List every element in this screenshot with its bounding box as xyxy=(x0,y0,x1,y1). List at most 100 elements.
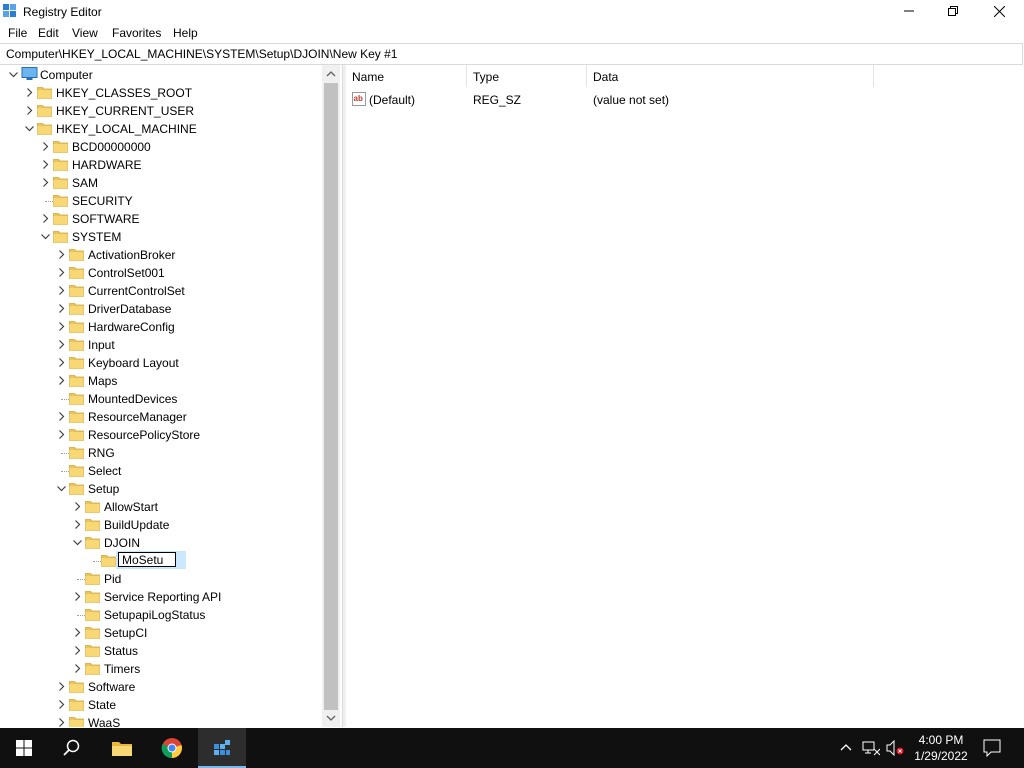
chevron-right-icon[interactable] xyxy=(25,106,34,115)
column-header-name[interactable]: Name xyxy=(346,65,467,87)
chevron-right-icon[interactable] xyxy=(25,88,34,97)
hive-local-machine[interactable]: HKEY_LOCAL_MACHINE xyxy=(0,120,320,138)
tree-scrollbar[interactable] xyxy=(322,65,340,727)
hive-classes-root[interactable]: HKEY_CLASSES_ROOT xyxy=(0,84,320,102)
clock[interactable]: 4:00 PM 1/29/2022 xyxy=(906,732,976,764)
key-mounteddevices[interactable]: MountedDevices xyxy=(0,390,320,408)
key-setupci[interactable]: SetupCI xyxy=(0,624,320,642)
key-software[interactable]: Software xyxy=(0,678,320,696)
key-controlset001[interactable]: ControlSet001 xyxy=(0,264,320,282)
key-sam[interactable]: SAM xyxy=(0,174,320,192)
minimize-button[interactable] xyxy=(886,0,932,22)
chevron-down-icon[interactable] xyxy=(57,484,66,493)
chevron-right-icon[interactable] xyxy=(57,340,66,349)
scroll-thumb[interactable] xyxy=(324,83,338,710)
chevron-right-icon[interactable] xyxy=(41,142,50,151)
search-button[interactable] xyxy=(48,728,96,768)
chrome-button[interactable] xyxy=(148,728,196,768)
menu-view[interactable]: View xyxy=(72,26,98,40)
key-buildupdate[interactable]: BuildUpdate xyxy=(0,516,320,534)
key-input[interactable]: Input xyxy=(0,336,320,354)
chevron-down-icon[interactable] xyxy=(73,538,82,547)
close-button[interactable] xyxy=(976,0,1022,22)
column-header-data[interactable]: Data xyxy=(587,65,874,87)
key-keyboard-layout[interactable]: Keyboard Layout xyxy=(0,354,320,372)
menu-file[interactable]: File xyxy=(8,26,27,40)
hive-current-user[interactable]: HKEY_CURRENT_USER xyxy=(0,102,320,120)
column-header-type[interactable]: Type xyxy=(467,65,587,87)
chevron-right-icon[interactable] xyxy=(73,520,82,529)
registry-editor-taskbar-button[interactable] xyxy=(198,728,246,768)
key-currentcontrolset[interactable]: CurrentControlSet xyxy=(0,282,320,300)
chevron-right-icon[interactable] xyxy=(41,214,50,223)
chevron-right-icon[interactable] xyxy=(57,430,66,439)
menu-help[interactable]: Help xyxy=(173,26,198,40)
chevron-right-icon[interactable] xyxy=(41,160,50,169)
folder-icon xyxy=(37,87,52,99)
key-timers[interactable]: Timers xyxy=(0,660,320,678)
key-setup[interactable]: Setup xyxy=(0,480,320,498)
chevron-down-icon[interactable] xyxy=(25,124,34,133)
key-system[interactable]: SYSTEM xyxy=(0,228,320,246)
chevron-right-icon[interactable] xyxy=(57,268,66,277)
key-resourcepolicystore[interactable]: ResourcePolicyStore xyxy=(0,426,320,444)
menu-edit[interactable]: Edit xyxy=(38,26,59,40)
rename-key-input[interactable] xyxy=(118,552,176,567)
chevron-right-icon[interactable] xyxy=(57,700,66,709)
chevron-right-icon[interactable] xyxy=(73,592,82,601)
key-service-reporting-api[interactable]: Service Reporting API xyxy=(0,588,320,606)
registry-editor-app-icon xyxy=(3,4,16,17)
key-rng[interactable]: RNG xyxy=(0,444,320,462)
chevron-right-icon[interactable] xyxy=(57,376,66,385)
chevron-down-icon[interactable] xyxy=(9,70,18,79)
key-security[interactable]: SECURITY xyxy=(0,192,320,210)
key-driverdatabase[interactable]: DriverDatabase xyxy=(0,300,320,318)
chevron-right-icon[interactable] xyxy=(73,646,82,655)
key-activationbroker[interactable]: ActivationBroker xyxy=(0,246,320,264)
file-explorer-button[interactable] xyxy=(98,728,146,768)
chevron-right-icon[interactable] xyxy=(73,664,82,673)
chevron-right-icon[interactable] xyxy=(57,322,66,331)
chevron-right-icon[interactable] xyxy=(57,304,66,313)
chevron-right-icon[interactable] xyxy=(73,502,82,511)
key-allowstart[interactable]: AllowStart xyxy=(0,498,320,516)
key-waas[interactable]: WaaS xyxy=(0,714,320,727)
chevron-right-icon[interactable] xyxy=(57,286,66,295)
key-resourcemanager[interactable]: ResourceManager xyxy=(0,408,320,426)
chevron-right-icon[interactable] xyxy=(57,250,66,259)
key-hardwareconfig[interactable]: HardwareConfig xyxy=(0,318,320,336)
key-hardware[interactable]: HARDWARE xyxy=(0,156,320,174)
address-path[interactable]: Computer\HKEY_LOCAL_MACHINE\SYSTEM\Setup… xyxy=(6,47,397,61)
key-select[interactable]: Select xyxy=(0,462,320,480)
key-status[interactable]: Status xyxy=(0,642,320,660)
chevron-down-icon[interactable] xyxy=(41,232,50,241)
key-bcd00000000[interactable]: BCD00000000 xyxy=(0,138,320,156)
values-pane[interactable]: Name Type Data ab (Default) REG_SZ (valu… xyxy=(346,65,1024,727)
tree-item-label: HKEY_LOCAL_MACHINE xyxy=(56,122,197,136)
chevron-right-icon[interactable] xyxy=(57,682,66,691)
value-row[interactable]: ab (Default) REG_SZ (value not set) xyxy=(346,90,1024,108)
key-software[interactable]: SOFTWARE xyxy=(0,210,320,228)
chevron-right-icon[interactable] xyxy=(57,358,66,367)
computer-node[interactable]: Computer xyxy=(0,66,320,84)
key-pid[interactable]: Pid xyxy=(0,570,320,588)
key-djoin[interactable]: DJOIN xyxy=(0,534,320,552)
start-button[interactable] xyxy=(0,728,48,768)
chevron-right-icon[interactable] xyxy=(73,628,82,637)
notifications-icon[interactable] xyxy=(983,739,1001,757)
network-icon[interactable] xyxy=(862,740,880,756)
key-state[interactable]: State xyxy=(0,696,320,714)
key-tree-pane[interactable]: Computer HKEY_CLASSES_ROOT HKEY_CURRENT_US… xyxy=(0,65,340,727)
scroll-down-icon[interactable] xyxy=(326,713,336,723)
chevron-right-icon[interactable] xyxy=(41,178,50,187)
key-setupapilogstatus[interactable]: SetupapiLogStatus xyxy=(0,606,320,624)
chevron-right-icon[interactable] xyxy=(57,718,66,727)
chevron-right-icon[interactable] xyxy=(57,412,66,421)
key-maps[interactable]: Maps xyxy=(0,372,320,390)
address-bar[interactable]: Computer\HKEY_LOCAL_MACHINE\SYSTEM\Setup… xyxy=(0,43,1023,65)
volume-muted-icon[interactable] xyxy=(886,740,904,756)
chevron-up-icon[interactable] xyxy=(840,743,852,751)
scroll-up-icon[interactable] xyxy=(326,69,336,79)
restore-button[interactable] xyxy=(930,0,976,22)
menu-favorites[interactable]: Favorites xyxy=(112,26,161,40)
